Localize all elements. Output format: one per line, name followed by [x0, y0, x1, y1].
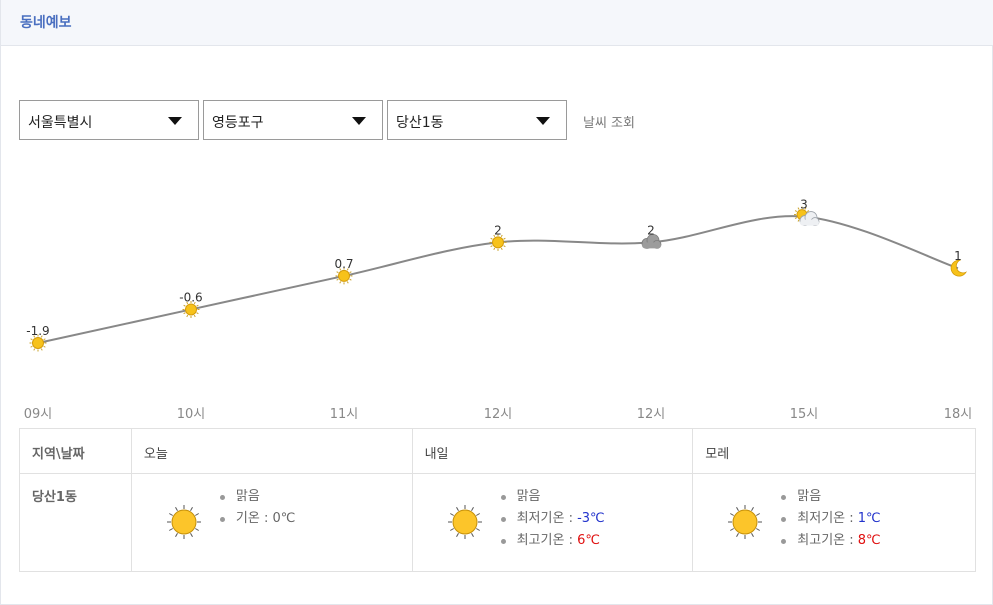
district-select-value: 영등포구	[212, 115, 264, 131]
list-item: 맑음	[779, 486, 880, 508]
sun-icon	[728, 505, 763, 539]
detail-label: 맑음	[797, 489, 822, 504]
city-select[interactable]: 서울특별시	[19, 100, 199, 140]
header-day-after: 모레	[692, 428, 976, 474]
header-today: 오늘	[130, 428, 413, 474]
weather-summary: 맑음 최저기온 : 1℃ 최고기온 : 8℃	[705, 486, 963, 566]
detail-label: 최고기온 :	[797, 533, 858, 548]
day-after-cell: 맑음 최저기온 : 1℃ 최고기온 : 8℃	[692, 473, 976, 572]
temperature-value: -3℃	[577, 511, 605, 526]
temperature-value: 8℃	[857, 533, 881, 548]
hour-tick-label: 18시	[943, 407, 973, 422]
dong-select[interactable]: 당산1동	[387, 100, 567, 140]
sun-icon	[447, 505, 482, 539]
table-header-row: 지역\날짜 오늘 내일 모레	[19, 428, 976, 474]
temperature-value: 1℃	[857, 511, 881, 526]
chevron-down-icon	[352, 117, 366, 125]
list-item: 기온 : 0℃	[218, 508, 295, 530]
district-select[interactable]: 영등포구	[203, 100, 383, 140]
weather-details: 맑음기온 : 0℃	[218, 486, 295, 530]
chevron-down-icon	[536, 117, 550, 125]
data-label: -0.6	[179, 290, 202, 304]
hour-tick-label: 15시	[789, 407, 819, 422]
table-row: 당산1동 맑음 기온 : 0℃ 맑음 최저기온 : -3℃ 최고기온 : 6℃ 맑음 최…	[19, 473, 976, 572]
weather-summary: 맑음기온 : 0℃	[144, 486, 400, 566]
chevron-down-icon	[168, 117, 182, 125]
dong-select-value: 당산1동	[396, 115, 444, 131]
list-item: 최고기온 : 8℃	[779, 530, 881, 552]
temperature-chart: -1.9 -0.6 0.7 2 2 3 1	[26, 198, 968, 352]
forecast-table: 지역\날짜 오늘 내일 모레 당산1동 맑음기온 : 0℃ 맑음최저기온 : -…	[19, 428, 976, 572]
detail-label: 기온 :	[235, 511, 273, 526]
sun-icon	[166, 505, 201, 539]
temperature-value: 0℃	[272, 511, 296, 526]
query-button[interactable]: 날씨 조회	[583, 112, 635, 131]
list-item: 맑음	[218, 486, 295, 508]
header-area-date: 지역\날짜	[19, 428, 132, 474]
data-label: -1.9	[26, 324, 49, 338]
data-label: 3	[800, 198, 808, 212]
detail-label: 최저기온 :	[797, 511, 858, 526]
list-item: 최고기온 : 6℃	[499, 530, 605, 552]
hour-tick-label: 12시	[483, 407, 513, 422]
list-item: 최저기온 : 1℃	[779, 508, 881, 530]
hour-tick-label: 12시	[636, 407, 666, 422]
hour-tick-label: 10시	[176, 407, 206, 422]
tomorrow-cell: 맑음 최저기온 : -3℃ 최고기온 : 6℃	[411, 473, 694, 572]
data-label: 2	[647, 223, 655, 237]
detail-label: 맑음	[516, 489, 541, 504]
detail-label: 최고기온 :	[516, 533, 578, 548]
hour-tick-label: 11시	[329, 407, 359, 422]
area-name: 당산1동	[19, 473, 132, 572]
panel-header: 동네예보	[1, 0, 993, 46]
data-label: 2	[494, 223, 502, 237]
list-item: 최저기온 : -3℃	[499, 508, 605, 530]
weather-details: 맑음 최저기온 : -3℃ 최고기온 : 6℃	[499, 486, 605, 552]
temperature-value: 6℃	[577, 533, 600, 548]
panel-title: 동네예보	[20, 15, 72, 31]
forecast-panel: 동네예보 서울특별시 영등포구 당산1동 날씨 조회 -1.9 -0.6 0.7 2 2…	[0, 0, 993, 605]
hour-tick-label: 09시	[23, 407, 53, 422]
data-label: 1	[954, 249, 962, 263]
weather-details: 맑음 최저기온 : 1℃ 최고기온 : 8℃	[779, 486, 881, 552]
header-tomorrow: 내일	[411, 428, 694, 474]
list-item: 맑음	[499, 486, 605, 508]
data-label: 0.7	[334, 257, 353, 271]
city-select-value: 서울특별시	[28, 115, 93, 131]
detail-label: 맑음	[235, 489, 260, 504]
weather-summary: 맑음 최저기온 : -3℃ 최고기온 : 6℃	[425, 486, 681, 566]
today-cell: 맑음기온 : 0℃	[130, 473, 413, 572]
detail-label: 최저기온 :	[516, 511, 578, 526]
